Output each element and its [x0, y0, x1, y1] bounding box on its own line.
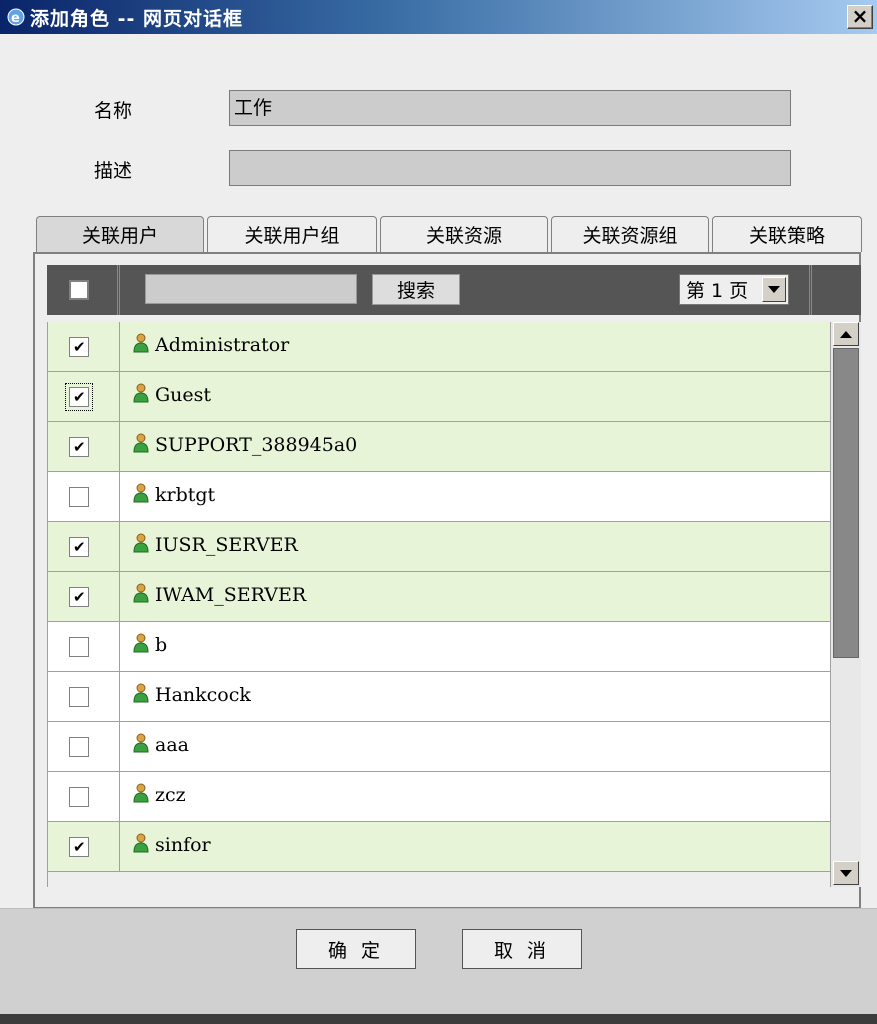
user-checkbox[interactable] — [69, 487, 89, 507]
checkmark-icon: ✔ — [73, 438, 86, 456]
user-checkbox[interactable]: ✔ — [69, 587, 89, 607]
select-all-checkbox[interactable] — [69, 280, 89, 300]
list-item[interactable]: Hankcock — [47, 672, 830, 722]
checkmark-icon: ✔ — [73, 588, 86, 606]
checkmark-icon: ✔ — [73, 538, 86, 556]
user-checkbox[interactable] — [69, 787, 89, 807]
column-divider — [119, 622, 120, 672]
column-divider — [119, 572, 120, 622]
user-icon — [133, 532, 149, 554]
user-icon — [133, 682, 149, 704]
user-checkbox[interactable] — [69, 637, 89, 657]
toolbar-divider — [117, 265, 120, 315]
user-checkbox[interactable]: ✔ — [65, 383, 93, 411]
list-item[interactable]: ✔ Guest — [47, 372, 830, 422]
column-divider — [119, 372, 120, 422]
user-checkbox[interactable]: ✔ — [69, 837, 89, 857]
window-title: 添加角色 -- 网页对话框 — [30, 7, 244, 30]
user-checkbox[interactable]: ✔ — [69, 537, 89, 557]
ok-button[interactable]: 确 定 — [296, 929, 416, 969]
user-checkbox[interactable]: ✔ — [69, 437, 89, 457]
tab-related-resource-groups[interactable]: 关联资源组 — [551, 216, 709, 252]
user-checkbox[interactable] — [69, 687, 89, 707]
user-icon — [133, 582, 149, 604]
list-border — [47, 322, 48, 887]
list-item[interactable]: ✔ Administrator — [47, 322, 830, 372]
user-icon — [133, 732, 149, 754]
user-icon — [133, 832, 149, 854]
tab-related-user-groups[interactable]: 关联用户组 — [207, 216, 377, 252]
list-item[interactable]: b — [47, 622, 830, 672]
column-divider — [119, 422, 120, 472]
list-item[interactable]: aaa — [47, 722, 830, 772]
list-toolbar: 搜索 第 1 页 — [47, 265, 861, 315]
user-icon — [133, 432, 149, 454]
checkmark-icon: ✔ — [73, 338, 86, 356]
list-item[interactable]: krbtgt — [47, 472, 830, 522]
column-divider — [119, 822, 120, 872]
user-list: ✔ Administrator ✔ Guest ✔ SUPPORT_388945a0krb… — [47, 322, 830, 887]
user-icon — [133, 482, 149, 504]
user-checkbox[interactable]: ✔ — [69, 337, 89, 357]
user-name: zcz — [155, 784, 186, 806]
list-item[interactable]: ✔ sinfor — [47, 822, 830, 872]
close-button[interactable]: × — [847, 5, 873, 29]
scroll-up-icon[interactable] — [833, 322, 859, 346]
user-icon — [133, 332, 149, 354]
checkmark-icon: ✔ — [73, 838, 86, 856]
user-icon — [133, 782, 149, 804]
scroll-down-icon[interactable] — [833, 861, 859, 885]
column-divider — [119, 722, 120, 772]
column-divider — [119, 772, 120, 822]
user-name: IWAM_SERVER — [155, 584, 307, 606]
user-name: aaa — [155, 734, 189, 756]
page-select[interactable]: 第 1 页 — [679, 274, 789, 305]
chevron-down-icon[interactable] — [762, 277, 786, 302]
close-icon: × — [851, 4, 869, 28]
name-field[interactable]: 工作 — [229, 90, 791, 126]
page-select-value: 第 1 页 — [686, 280, 749, 302]
tab-related-users[interactable]: 关联用户 — [36, 216, 204, 252]
user-name: SUPPORT_388945a0 — [155, 434, 358, 456]
title-bar: e 添加角色 -- 网页对话框 × — [0, 0, 877, 34]
bottom-edge — [0, 1014, 877, 1024]
user-checkbox[interactable] — [69, 737, 89, 757]
list-item[interactable]: ✔ IWAM_SERVER — [47, 572, 830, 622]
list-scrollbar[interactable] — [830, 322, 861, 887]
user-name: Hankcock — [155, 684, 251, 706]
list-item[interactable]: ✔ SUPPORT_388945a0 — [47, 422, 830, 472]
scrollbar-thumb[interactable] — [833, 348, 859, 658]
user-name: b — [155, 634, 168, 656]
tab-bar: 关联用户 关联用户组 关联资源 关联资源组 关联策略 — [36, 216, 865, 252]
search-button[interactable]: 搜索 — [372, 274, 460, 305]
list-item[interactable]: zcz — [47, 772, 830, 822]
user-name: sinfor — [155, 834, 211, 856]
user-name: IUSR_SERVER — [155, 534, 298, 556]
user-icon — [133, 632, 149, 654]
dialog-body: 名称 工作 描述 关联用户 关联用户组 关联资源 关联资源组 关联策略 搜索 第… — [0, 34, 877, 1024]
user-name: Guest — [155, 384, 212, 406]
dialog-footer: 确 定 取 消 — [0, 908, 877, 1014]
column-divider — [119, 472, 120, 522]
description-field[interactable] — [229, 150, 791, 186]
svg-text:e: e — [11, 11, 20, 26]
ie-icon: e — [6, 7, 26, 27]
list-item[interactable]: ✔ IUSR_SERVER — [47, 522, 830, 572]
user-name: Administrator — [155, 334, 290, 356]
name-label: 名称 — [94, 100, 133, 122]
tab-related-policies[interactable]: 关联策略 — [712, 216, 862, 252]
description-label: 描述 — [94, 160, 133, 182]
column-divider — [119, 672, 120, 722]
search-input[interactable] — [145, 274, 357, 304]
user-name: krbtgt — [155, 484, 216, 506]
checkmark-icon: ✔ — [73, 388, 86, 406]
user-icon — [133, 382, 149, 404]
column-divider — [119, 522, 120, 572]
tab-related-resources[interactable]: 关联资源 — [380, 216, 548, 252]
toolbar-divider — [809, 265, 812, 315]
column-divider — [119, 322, 120, 372]
users-panel: 搜索 第 1 页 ✔ Administrator ✔ Guest ✔ SUPPORT_38… — [33, 252, 861, 909]
cancel-button[interactable]: 取 消 — [462, 929, 582, 969]
